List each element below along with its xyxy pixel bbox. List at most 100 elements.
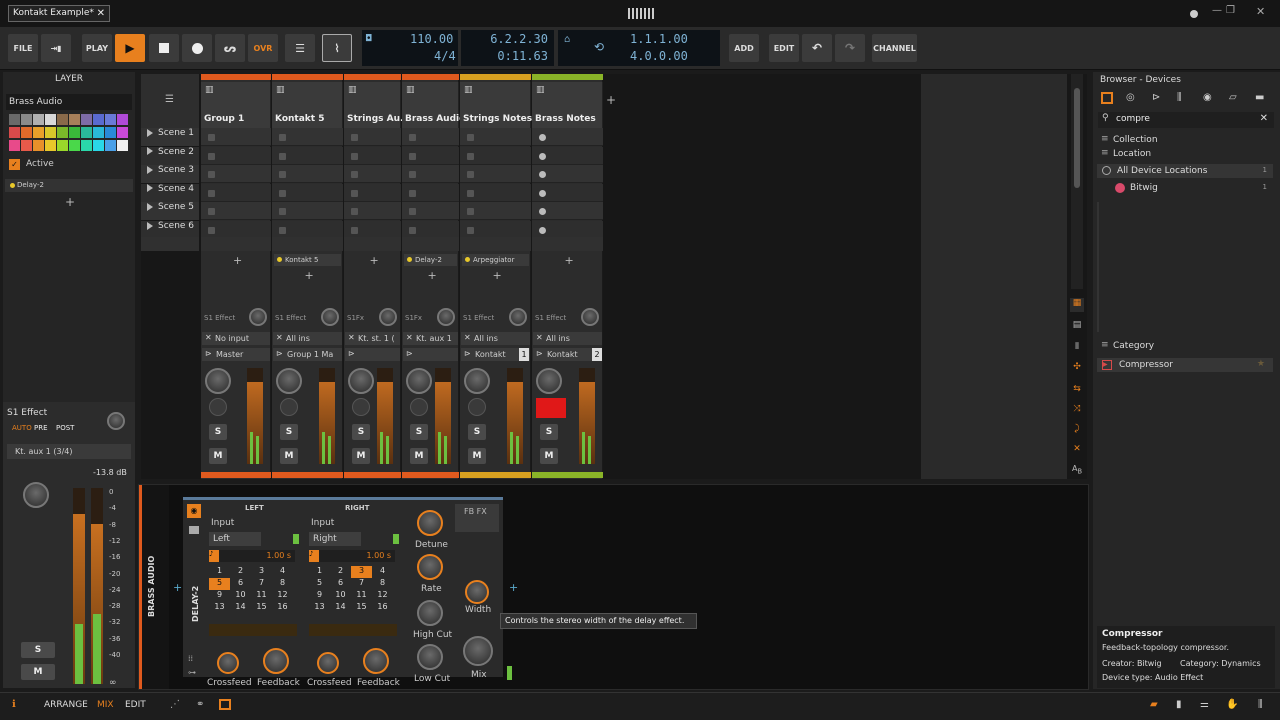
mute-button[interactable]: M [410, 448, 428, 464]
sync-note-icon[interactable]: ♪ [309, 550, 319, 562]
device-power-button[interactable]: ◉ [187, 504, 201, 518]
scene-launch-icon[interactable] [147, 221, 153, 230]
modulators-tab-icon[interactable]: ⊳ [1152, 92, 1160, 103]
clip-slot[interactable] [201, 146, 271, 165]
loop-display[interactable]: ⌂ ⟲ 1.1.1.00 4.0.0.00 [558, 30, 720, 66]
pre-label[interactable]: PRE [34, 424, 48, 432]
clip-slot[interactable] [344, 202, 401, 221]
automation-button[interactable]: ⌇ [322, 34, 352, 62]
fbfx-slot[interactable]: FB FX [455, 504, 499, 532]
add-device-after-button[interactable]: + [509, 581, 518, 594]
pan-knob[interactable] [536, 368, 562, 394]
step-button[interactable]: 15 [251, 602, 272, 614]
highcut-knob[interactable] [417, 600, 443, 626]
step-button[interactable]: 16 [272, 602, 293, 614]
color-swatch[interactable] [117, 127, 128, 138]
mute-button[interactable]: M [468, 448, 486, 464]
send-knob[interactable] [581, 308, 599, 326]
overdub-button[interactable]: OVR [248, 34, 278, 62]
record-arm-active[interactable] [536, 398, 566, 418]
input-select[interactable]: ✕ All ins [461, 332, 530, 345]
clip-slot[interactable] [402, 128, 459, 146]
step-button[interactable]: 5 [209, 578, 230, 590]
color-swatch[interactable] [105, 114, 116, 125]
solo-button[interactable]: S [352, 424, 370, 440]
loop-icon[interactable]: ⟲ [594, 40, 604, 54]
step-button[interactable]: 10 [230, 590, 251, 602]
return-icon[interactable]: ⤸ [1070, 424, 1084, 438]
color-swatch[interactable] [45, 140, 56, 151]
clip-slot[interactable] [532, 183, 603, 202]
presets-tab-icon[interactable]: ◎ [1126, 92, 1135, 103]
color-swatch[interactable] [33, 114, 44, 125]
mute-button[interactable]: M [540, 448, 558, 464]
color-swatch[interactable] [21, 127, 32, 138]
bitwig-location-item[interactable]: Bitwig 1 [1097, 181, 1273, 195]
solo-button[interactable]: S [540, 424, 558, 440]
send-knob[interactable] [107, 412, 125, 430]
device-grid-icon[interactable]: ⁞⁞ [188, 654, 193, 663]
add-device-button[interactable]: + [565, 254, 574, 267]
output-select[interactable]: ⊳ [403, 348, 458, 361]
step-button[interactable]: 3 [351, 566, 372, 578]
crossfade-icon[interactable]: ⤨ [1070, 404, 1084, 418]
browser-search[interactable]: ⚲ compre ✕ [1098, 112, 1274, 128]
devices-tab-icon[interactable] [1101, 92, 1113, 104]
pan-knob[interactable] [348, 368, 374, 394]
track-header[interactable]: ▥ Brass Notes [532, 82, 603, 128]
color-swatch[interactable] [69, 127, 80, 138]
step-button[interactable]: 4 [272, 566, 293, 578]
crossfeed-knob[interactable] [217, 652, 239, 674]
add-device-button[interactable]: + [428, 269, 437, 282]
step-button[interactable]: 1 [209, 566, 230, 578]
output-select[interactable]: ⊳ [345, 348, 400, 361]
device-chain-add-button[interactable]: + [173, 581, 182, 594]
minimize-icon[interactable]: — [1212, 5, 1226, 19]
width-knob[interactable] [465, 580, 489, 604]
mute-button[interactable]: M [21, 664, 55, 680]
play-button[interactable]: ▶ [115, 34, 145, 62]
step-button[interactable]: 14 [230, 602, 251, 614]
clip-slot[interactable] [460, 183, 531, 202]
clip-slot[interactable] [272, 146, 343, 165]
lowcut-knob[interactable] [417, 644, 443, 670]
input-select[interactable]: ✕ All ins [273, 332, 342, 345]
pan-knob[interactable] [205, 368, 231, 394]
pan-knob[interactable] [464, 368, 490, 394]
add-device-button[interactable]: + [233, 254, 242, 267]
scene-launch-icon[interactable] [147, 147, 153, 156]
scene-launch-icon[interactable] [147, 165, 153, 174]
track-header[interactable]: ▥ Strings Notes [460, 82, 532, 128]
launcher-overdub-button[interactable]: ☰ [285, 34, 315, 62]
location-header[interactable]: ≡ Location [1097, 148, 1273, 162]
arm-button[interactable] [209, 398, 227, 416]
step-button[interactable]: 2 [230, 566, 251, 578]
step-button[interactable]: 8 [372, 578, 393, 590]
step-button[interactable]: 10 [330, 590, 351, 602]
step-button[interactable]: 14 [330, 602, 351, 614]
clip-slot[interactable] [201, 183, 271, 202]
color-swatch[interactable] [93, 114, 104, 125]
clip-slot[interactable] [532, 146, 603, 165]
send-knob[interactable] [379, 308, 397, 326]
step-button[interactable]: 6 [330, 578, 351, 590]
step-button[interactable]: 11 [251, 590, 272, 602]
files-tab-icon[interactable]: ▱ [1229, 92, 1237, 103]
color-swatch[interactable] [57, 127, 68, 138]
add-device-button[interactable]: + [305, 269, 314, 282]
scene-row[interactable]: Scene 4 [141, 183, 199, 202]
step-button[interactable]: 8 [272, 578, 293, 590]
step-button[interactable]: 12 [272, 590, 293, 602]
io-icon[interactable]: ▤ [1070, 320, 1084, 334]
add-device-button[interactable]: + [65, 195, 75, 209]
music-tab-icon[interactable]: ▬ [1255, 92, 1264, 103]
clip-slot[interactable] [460, 146, 531, 165]
output-select[interactable]: ⊳ Master [202, 348, 270, 361]
samples-tab-icon[interactable]: ◉ [1203, 92, 1212, 103]
step-button[interactable]: 2 [330, 566, 351, 578]
time-signature[interactable]: 4/4 [434, 49, 456, 63]
clip-slot[interactable] [344, 128, 401, 146]
color-swatch[interactable] [117, 140, 128, 151]
color-swatch[interactable] [21, 114, 32, 125]
clip-slot[interactable] [460, 202, 531, 221]
